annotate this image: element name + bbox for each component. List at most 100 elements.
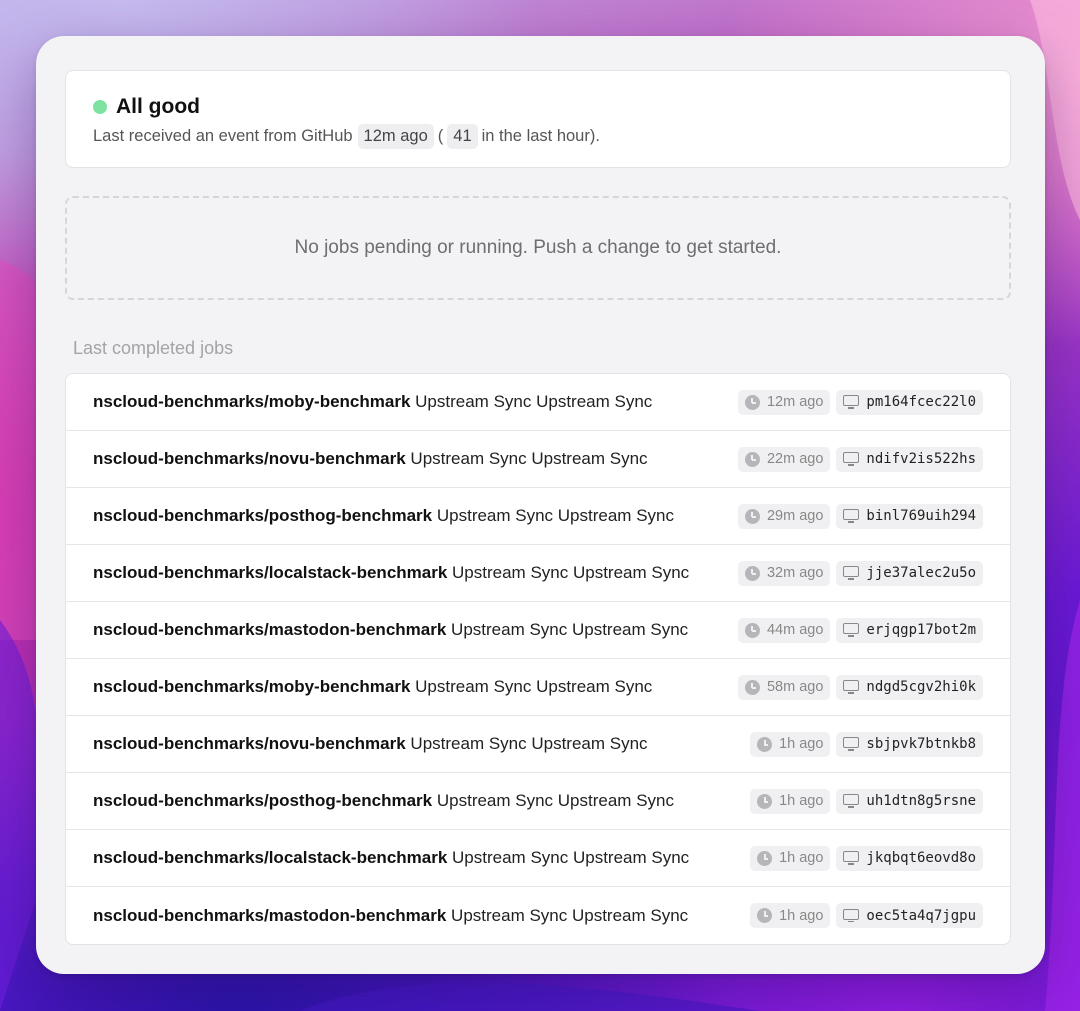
job-time-badge: 44m ago (737, 617, 831, 643)
monitor-icon (843, 452, 860, 466)
job-time: 58m ago (766, 679, 824, 695)
status-panel: All good Last received an event from Git… (65, 70, 1011, 168)
main-card: All good Last received an event from Git… (36, 36, 1045, 974)
clock-icon (744, 394, 760, 410)
job-meta: 12m ago pm164fcec22l0 (737, 389, 983, 415)
job-id: erjqgp17bot2m (866, 622, 976, 638)
job-name: Upstream Sync Upstream Sync (410, 734, 648, 753)
job-row[interactable]: nscloud-benchmarks/localstack-benchmark … (66, 830, 1010, 887)
monitor-icon (843, 680, 860, 694)
job-id-badge[interactable]: ndgd5cgv2hi0k (836, 674, 983, 700)
job-meta: 22m ago ndifv2is522hs (737, 446, 983, 472)
job-time-badge: 1h ago (750, 845, 831, 871)
job-time: 22m ago (766, 451, 824, 467)
job-id: binl769uih294 (866, 508, 976, 524)
job-id-badge[interactable]: pm164fcec22l0 (836, 389, 983, 415)
job-title: nscloud-benchmarks/localstack-benchmark … (93, 848, 750, 868)
monitor-icon (843, 851, 860, 865)
job-name: Upstream Sync Upstream Sync (410, 449, 648, 468)
job-title: nscloud-benchmarks/moby-benchmark Upstre… (93, 392, 738, 412)
monitor-icon (843, 737, 860, 751)
job-id: sbjpvk7btnkb8 (866, 736, 976, 752)
job-title: nscloud-benchmarks/novu-benchmark Upstre… (93, 734, 750, 754)
open-paren: ( (437, 127, 444, 145)
clock-icon (744, 679, 760, 695)
job-id-badge[interactable]: sbjpvk7btnkb8 (836, 731, 983, 757)
job-row[interactable]: nscloud-benchmarks/moby-benchmark Upstre… (66, 659, 1010, 716)
job-time-badge: 32m ago (737, 560, 831, 586)
job-meta: 32m ago jje37alec2u5o (737, 560, 983, 586)
job-time-badge: 1h ago (750, 903, 831, 928)
job-title: nscloud-benchmarks/moby-benchmark Upstre… (93, 677, 738, 697)
job-id: jje37alec2u5o (866, 565, 976, 581)
job-meta: 1h ago sbjpvk7btnkb8 (750, 731, 983, 757)
clock-icon (744, 565, 760, 581)
job-time: 44m ago (766, 622, 824, 638)
job-title: nscloud-benchmarks/posthog-benchmark Ups… (93, 791, 750, 811)
monitor-icon (843, 395, 860, 409)
job-id: uh1dtn8g5rsne (866, 793, 976, 809)
job-row[interactable]: nscloud-benchmarks/posthog-benchmark Ups… (66, 488, 1010, 545)
job-time: 1h ago (779, 793, 824, 809)
clock-icon (757, 793, 773, 809)
job-meta: 1h ago uh1dtn8g5rsne (750, 788, 983, 814)
job-repo: nscloud-benchmarks/moby-benchmark (93, 677, 411, 696)
job-row[interactable]: nscloud-benchmarks/novu-benchmark Upstre… (66, 716, 1010, 773)
clock-icon (757, 908, 773, 923)
job-repo: nscloud-benchmarks/mastodon-benchmark (93, 905, 447, 925)
status-header: All good (93, 95, 200, 119)
job-repo: nscloud-benchmarks/moby-benchmark (93, 392, 411, 411)
job-repo: nscloud-benchmarks/localstack-benchmark (93, 848, 448, 867)
job-name: Upstream Sync Upstream Sync (451, 905, 689, 925)
job-id: jkqbqt6eovd8o (866, 850, 976, 866)
job-meta: 58m ago ndgd5cgv2hi0k (737, 674, 983, 700)
job-id-badge[interactable]: erjqgp17bot2m (836, 617, 983, 643)
status-line-suffix: in the last hour). (481, 127, 600, 145)
job-title: nscloud-benchmarks/mastodon-benchmark Up… (93, 906, 750, 926)
job-repo: nscloud-benchmarks/mastodon-benchmark (93, 620, 447, 639)
job-name: Upstream Sync Upstream Sync (452, 563, 690, 582)
job-id-badge[interactable]: oec5ta4q7jgpu (836, 903, 983, 928)
clock-icon (757, 850, 773, 866)
job-time: 1h ago (779, 850, 824, 866)
job-row[interactable]: nscloud-benchmarks/posthog-benchmark Ups… (66, 773, 1010, 830)
job-id-badge[interactable]: jkqbqt6eovd8o (836, 845, 983, 871)
monitor-icon (843, 794, 860, 808)
status-title: All good (116, 95, 200, 118)
completed-jobs-list: nscloud-benchmarks/moby-benchmark Upstre… (65, 373, 1011, 945)
job-row[interactable]: nscloud-benchmarks/moby-benchmark Upstre… (66, 374, 1010, 431)
job-time: 1h ago (779, 736, 824, 752)
job-title: nscloud-benchmarks/novu-benchmark Upstre… (93, 449, 738, 469)
job-time: 32m ago (766, 565, 824, 581)
job-row[interactable]: nscloud-benchmarks/mastodon-benchmark Up… (66, 887, 1010, 944)
job-id-badge[interactable]: jje37alec2u5o (836, 560, 983, 586)
job-time-badge: 58m ago (737, 674, 831, 700)
job-row[interactable]: nscloud-benchmarks/mastodon-benchmark Up… (66, 602, 1010, 659)
job-meta: 44m ago erjqgp17bot2m (737, 617, 983, 643)
empty-jobs-placeholder: No jobs pending or running. Push a chang… (65, 196, 1011, 300)
job-repo: nscloud-benchmarks/novu-benchmark (93, 734, 406, 753)
job-id: ndgd5cgv2hi0k (866, 679, 976, 695)
job-meta: 1h ago oec5ta4q7jgpu (750, 903, 983, 928)
last-event-badge: 12m ago (357, 124, 434, 149)
job-meta: 29m ago binl769uih294 (737, 503, 983, 529)
job-id-badge[interactable]: uh1dtn8g5rsne (836, 788, 983, 814)
job-id: ndifv2is522hs (866, 451, 976, 467)
job-name: Upstream Sync Upstream Sync (415, 392, 653, 411)
job-time-badge: 12m ago (737, 389, 831, 415)
job-row[interactable]: nscloud-benchmarks/localstack-benchmark … (66, 545, 1010, 602)
job-id: pm164fcec22l0 (866, 394, 976, 410)
monitor-icon (843, 566, 860, 580)
clock-icon (757, 736, 773, 752)
job-id-badge[interactable]: ndifv2is522hs (836, 446, 983, 472)
job-time-badge: 29m ago (737, 503, 831, 529)
clock-icon (744, 622, 760, 638)
job-row[interactable]: nscloud-benchmarks/novu-benchmark Upstre… (66, 431, 1010, 488)
job-name: Upstream Sync Upstream Sync (415, 677, 653, 696)
event-count-badge: 41 (447, 124, 478, 149)
job-title: nscloud-benchmarks/posthog-benchmark Ups… (93, 506, 738, 526)
job-id-badge[interactable]: binl769uih294 (836, 503, 983, 529)
clock-icon (744, 451, 760, 467)
monitor-icon (843, 908, 860, 923)
job-id: oec5ta4q7jgpu (866, 907, 976, 924)
